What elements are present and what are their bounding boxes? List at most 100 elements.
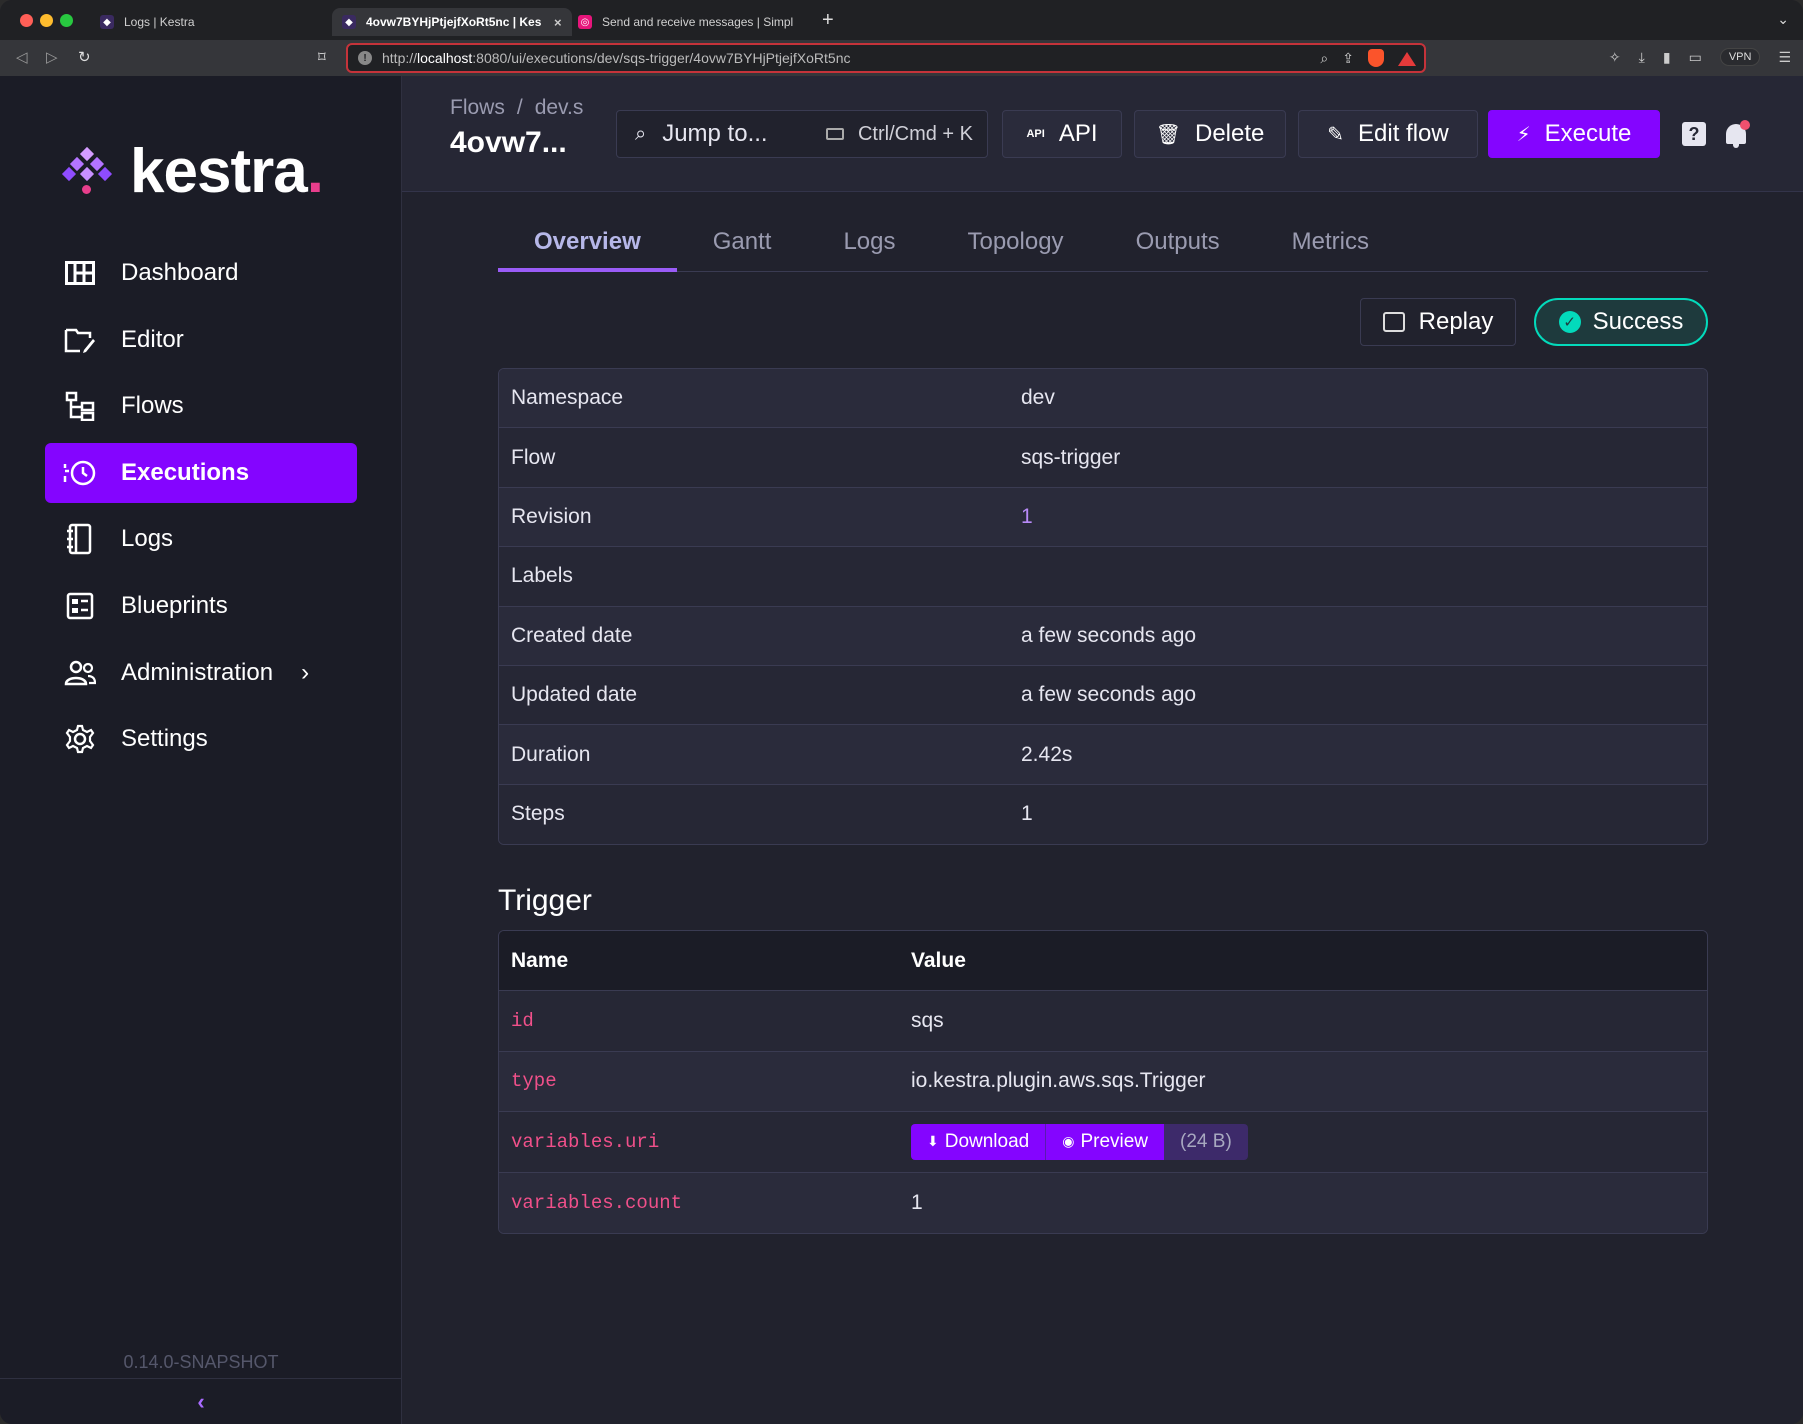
executions-icon: [63, 456, 97, 490]
edit-label: Edit flow: [1358, 120, 1449, 147]
bookmark-icon[interactable]: ⌑: [318, 48, 326, 66]
table-row: variables.count 1: [499, 1172, 1707, 1234]
execute-label: Execute: [1544, 120, 1632, 147]
row-key: Updated date: [511, 683, 638, 707]
execute-button[interactable]: ⚡ Execute: [1488, 110, 1660, 158]
row-key: Flow: [511, 445, 556, 469]
sidebar-item-flows[interactable]: Flows: [45, 376, 357, 436]
extensions-icon[interactable]: ✧: [1609, 49, 1621, 66]
preview-button[interactable]: ◉ Preview: [1045, 1123, 1165, 1160]
administration-icon: [63, 656, 97, 690]
close-tab-icon[interactable]: ×: [554, 15, 562, 30]
revision-link[interactable]: 1: [1021, 505, 1033, 529]
api-button[interactable]: API API: [1002, 110, 1122, 158]
sidebar-item-logs[interactable]: Logs: [45, 509, 357, 569]
url-host: localhost: [417, 50, 473, 66]
sidebar-item-label: Executions: [121, 458, 250, 486]
wallet-icon[interactable]: ▭: [1689, 49, 1702, 66]
address-bar[interactable]: ! http://localhost:8080/ui/executions/de…: [346, 43, 1426, 73]
sidebar-item-settings[interactable]: Settings: [45, 709, 357, 769]
row-value: 1: [1021, 802, 1033, 826]
url-actions: ⌕ ⇪: [1320, 49, 1416, 67]
table-row: type io.kestra.plugin.aws.sqs.Trigger: [499, 1051, 1707, 1113]
row-key: Duration: [511, 742, 591, 766]
row-key: Labels: [511, 564, 573, 588]
tab-list-chevron-icon[interactable]: ⌄: [1777, 11, 1789, 28]
sidebar-item-label: Flows: [121, 392, 184, 420]
kestra-logo[interactable]: kestra.: [61, 136, 324, 207]
zoom-icon[interactable]: ⌕: [1320, 50, 1328, 67]
zoom-window-button[interactable]: [60, 14, 73, 27]
sidebar-item-blueprints[interactable]: Blueprints: [45, 576, 357, 636]
main-content: Overview Gantt Logs Topology Outputs Met…: [402, 192, 1803, 1424]
forward-icon[interactable]: ▷: [46, 48, 58, 66]
sidebar-toggle-icon[interactable]: ▮: [1663, 49, 1671, 66]
edit-flow-button[interactable]: ✎ Edit flow: [1298, 110, 1478, 158]
minimize-window-button[interactable]: [40, 14, 53, 27]
jump-to-search[interactable]: ⌕ Jump to... Ctrl/Cmd + K: [616, 110, 988, 158]
dashboard-icon: [63, 256, 97, 290]
sidebar-item-administration[interactable]: Administration ›: [45, 643, 357, 703]
breadcrumb-flows[interactable]: Flows: [450, 96, 505, 119]
logo-wordmark: kestra: [130, 137, 308, 206]
vpn-button[interactable]: VPN: [1719, 48, 1761, 66]
breadcrumb-namespace[interactable]: dev.s: [535, 96, 584, 119]
row-value: 2.42s: [1021, 742, 1073, 766]
delete-button[interactable]: 🗑 Delete: [1134, 110, 1286, 158]
browser-tab-execution[interactable]: ◆ 4ovw7BYHjPtjejfXoRt5nc | Kes ×: [332, 8, 572, 36]
help-icon[interactable]: ?: [1682, 122, 1706, 146]
menu-icon[interactable]: ☰: [1778, 49, 1791, 66]
table-row: Duration 2.42s: [499, 725, 1707, 785]
reload-icon[interactable]: ↻: [78, 48, 91, 66]
status-badge[interactable]: ✓ Success: [1534, 298, 1708, 346]
sidebar-item-dashboard[interactable]: Dashboard: [45, 243, 357, 303]
new-tab-button[interactable]: +: [822, 9, 834, 32]
kestra-logo-icon: [61, 146, 113, 195]
close-window-button[interactable]: [20, 14, 33, 27]
browser-tab-aws[interactable]: ◎ Send and receive messages | Simpl: [578, 8, 808, 36]
search-icon: ⌕: [635, 122, 647, 145]
tab-topology[interactable]: Topology: [931, 224, 1099, 272]
table-row: variables.uri ⬇ Download ◉ Preview (24 B): [499, 1112, 1707, 1173]
row-key: Namespace: [511, 386, 624, 410]
notifications-bell-icon[interactable]: [1722, 120, 1750, 150]
tab-metrics[interactable]: Metrics: [1256, 224, 1405, 272]
brave-shields-icon[interactable]: [1368, 49, 1384, 67]
table-header: Name Value: [499, 931, 1707, 991]
sidebar-item-executions[interactable]: Executions: [45, 442, 357, 503]
sidebar-item-label: Dashboard: [121, 259, 239, 286]
site-info-icon[interactable]: !: [358, 51, 372, 65]
collapse-sidebar-button[interactable]: ‹: [0, 1378, 402, 1424]
kestra-app: kestra. Dashboard Editor Flows Execution…: [0, 76, 1803, 1424]
notification-dot: [1740, 120, 1750, 130]
lightning-icon: ⚡: [1516, 123, 1531, 146]
tab-outputs[interactable]: Outputs: [1100, 224, 1256, 272]
downloads-icon[interactable]: ⤓: [1639, 49, 1645, 66]
row-key: Created date: [511, 623, 633, 647]
tab-gantt[interactable]: Gantt: [677, 224, 808, 272]
app-version: 0.14.0-SNAPSHOT: [123, 1352, 279, 1372]
trigger-heading: Trigger: [498, 884, 592, 917]
sidebar-item-label: Blueprints: [121, 591, 228, 619]
top-header: Flows / dev.s 4ovw7... ⌕ Jump to... Ctrl/C…: [402, 76, 1803, 192]
table-row: Revision 1: [499, 487, 1707, 548]
tab-overview[interactable]: Overview: [498, 224, 677, 272]
brave-rewards-icon[interactable]: [1398, 50, 1416, 66]
aws-favicon-icon: ◎: [578, 15, 592, 29]
logo-dot: .: [306, 137, 324, 206]
back-icon[interactable]: ◁: [16, 48, 28, 66]
keyboard-shortcut: Ctrl/Cmd + K: [825, 123, 973, 146]
download-button[interactable]: ⬇ Download: [911, 1123, 1046, 1160]
kestra-favicon-icon: ◆: [100, 15, 114, 29]
share-icon[interactable]: ⇪: [1342, 50, 1354, 67]
check-circle-icon: ✓: [1558, 311, 1581, 333]
kestra-favicon-icon: ◆: [342, 15, 356, 29]
replay-button[interactable]: Replay: [1360, 298, 1516, 346]
tab-logs[interactable]: Logs: [807, 224, 931, 272]
column-header-value: Value: [911, 948, 966, 972]
browser-tab-logs[interactable]: ◆ Logs | Kestra: [100, 8, 320, 36]
sidebar-item-editor[interactable]: Editor: [45, 310, 357, 370]
browser-tab-title: 4ovw7BYHjPtjejfXoRt5nc | Kes: [366, 15, 542, 29]
table-row: id sqs: [499, 991, 1707, 1052]
breadcrumb: Flows / dev.s: [450, 96, 583, 120]
